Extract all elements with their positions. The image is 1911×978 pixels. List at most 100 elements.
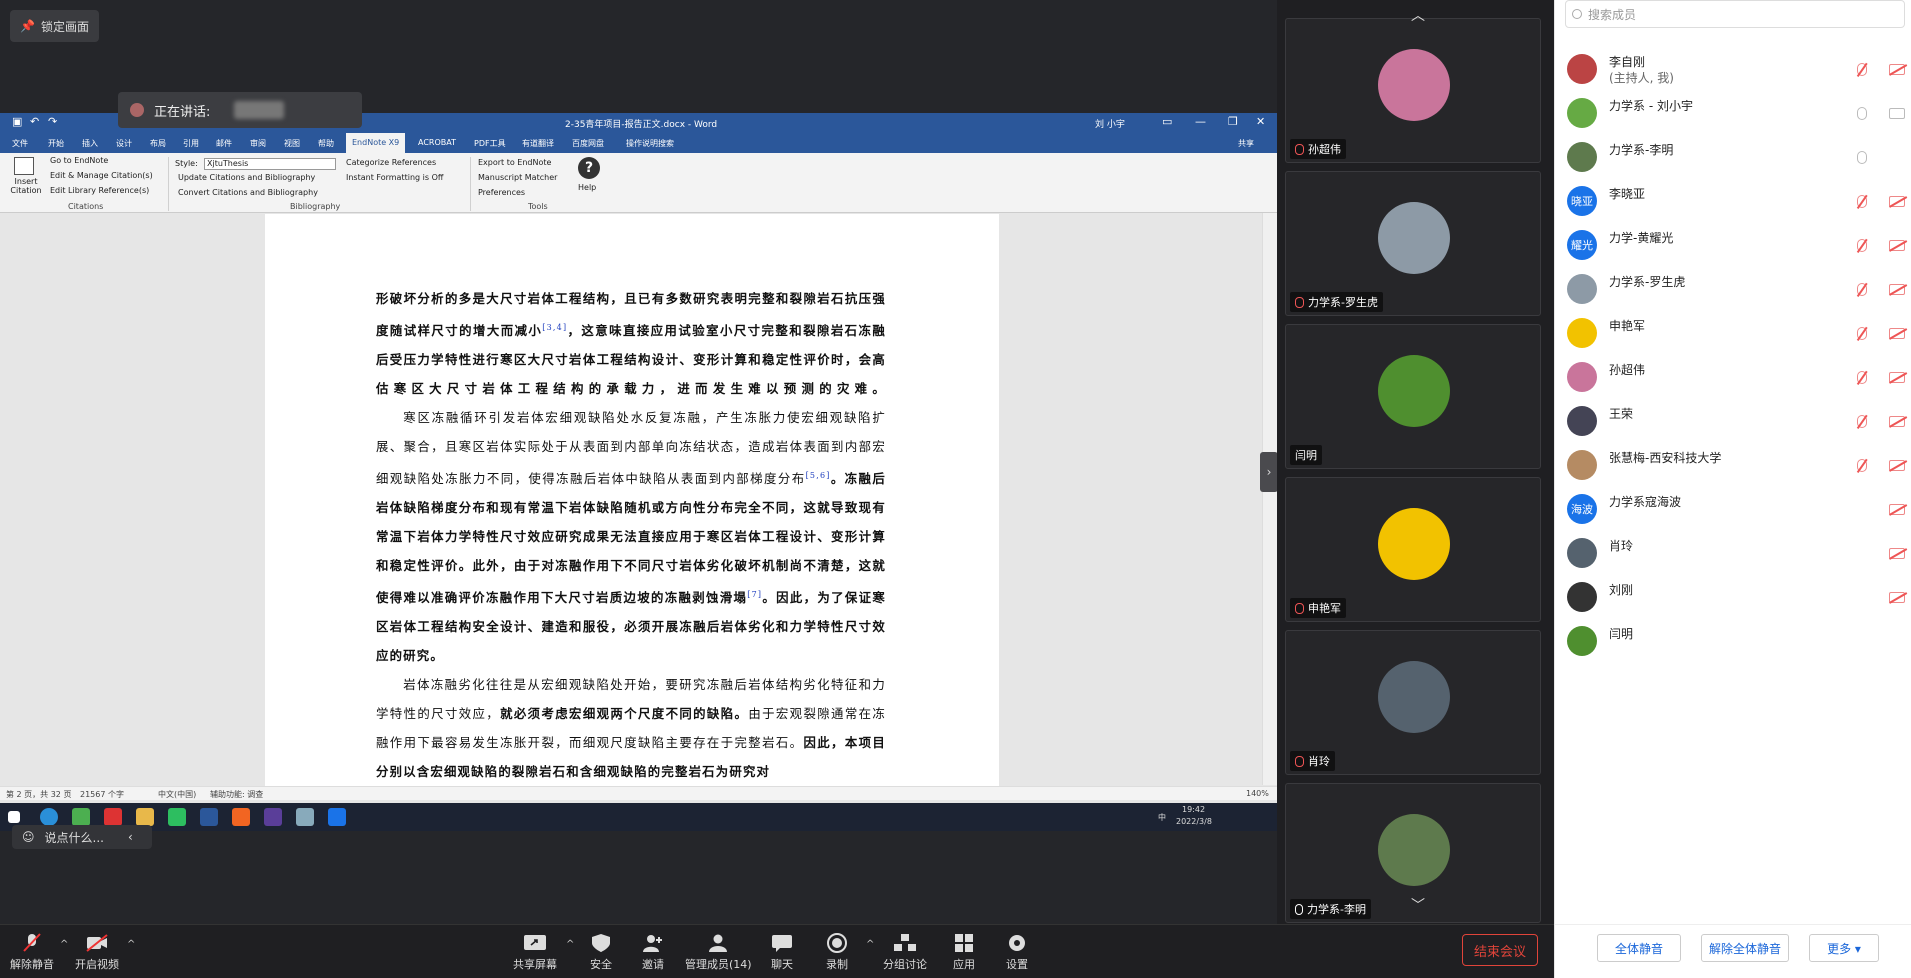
tab-design[interactable]: 设计 xyxy=(116,138,132,149)
mic-muted-icon[interactable] xyxy=(1857,63,1867,76)
member-row[interactable]: 肖玲 xyxy=(1567,532,1907,576)
mute-all-button[interactable]: 全体静音 xyxy=(1597,934,1681,962)
invite-button[interactable]: 邀请 xyxy=(641,933,665,972)
chevron-up-icon[interactable]: ^ xyxy=(60,939,68,950)
chevron-up-icon[interactable]: ^ xyxy=(566,939,574,950)
settings-button[interactable]: 设置 xyxy=(1005,933,1029,972)
camera-off-icon[interactable] xyxy=(1889,548,1905,559)
mic-icon[interactable] xyxy=(1857,151,1867,164)
manuscript-matcher-button[interactable]: Manuscript Matcher xyxy=(478,173,557,182)
video-tile[interactable]: 肖玲 xyxy=(1285,630,1541,775)
share-label[interactable]: 共享 xyxy=(1238,138,1254,149)
search-input[interactable]: 搜索成员 xyxy=(1565,0,1905,28)
tab-insert[interactable]: 插入 xyxy=(82,138,98,149)
tab-review[interactable]: 审阅 xyxy=(250,138,266,149)
tab-layout[interactable]: 布局 xyxy=(150,138,166,149)
mic-muted-icon[interactable] xyxy=(1857,283,1867,296)
close-icon[interactable]: ✕ xyxy=(1256,115,1265,128)
record-button[interactable]: 录制 xyxy=(825,933,849,972)
camera-off-icon[interactable] xyxy=(1889,328,1905,339)
app-icon[interactable] xyxy=(72,808,90,826)
apps-button[interactable]: 应用 xyxy=(952,933,976,972)
start-video-button[interactable]: 开启视频 xyxy=(75,933,119,972)
citation[interactable]: [3,4] xyxy=(542,323,567,332)
help-icon[interactable]: ? xyxy=(578,157,600,179)
document-page[interactable]: 形破坏分析的多是大尺寸岩体工程结构，且已有多数研究表明完整和裂隙岩石抗压强度随试… xyxy=(265,214,999,786)
mic-icon[interactable] xyxy=(1857,107,1867,120)
edit-manage-citations-button[interactable]: Edit & Manage Citation(s) xyxy=(50,171,153,180)
video-tile[interactable]: 孙超伟 xyxy=(1285,18,1541,163)
mic-muted-icon[interactable] xyxy=(1857,195,1867,208)
chevron-up-icon[interactable]: ︿ xyxy=(1411,5,1425,25)
wechat-icon[interactable] xyxy=(168,808,186,826)
mic-muted-icon[interactable] xyxy=(1857,415,1867,428)
tab-acrobat[interactable]: ACROBAT xyxy=(418,138,456,147)
member-row[interactable]: 张慧梅-西安科技大学 xyxy=(1567,444,1907,488)
undo-icon[interactable]: ↶ xyxy=(30,115,39,128)
vertical-scrollbar[interactable] xyxy=(1262,213,1277,785)
say-something-input[interactable]: ☺ 说点什么... ‹ xyxy=(12,825,152,849)
member-row[interactable]: 晓亚 李晓亚 xyxy=(1567,180,1907,224)
mic-muted-icon[interactable] xyxy=(1857,239,1867,252)
camera-off-icon[interactable] xyxy=(1889,64,1905,75)
convert-citations-button[interactable]: Convert Citations and Bibliography xyxy=(178,188,318,197)
app-icon[interactable] xyxy=(104,808,122,826)
camera-off-icon[interactable] xyxy=(1889,592,1905,603)
tab-view[interactable]: 视图 xyxy=(284,138,300,149)
tab-youdao[interactable]: 有道翻译 xyxy=(522,138,554,149)
edit-library-references-button[interactable]: Edit Library Reference(s) xyxy=(50,186,149,195)
member-row[interactable]: 海波 力学系寇海波 xyxy=(1567,488,1907,532)
camera-off-icon[interactable] xyxy=(1889,196,1905,207)
member-row[interactable]: 李自刚 (主持人, 我) xyxy=(1567,48,1907,92)
camera-icon[interactable] xyxy=(1889,108,1905,119)
app-icon[interactable] xyxy=(328,808,346,826)
citation[interactable]: [5,6] xyxy=(806,471,831,480)
share-screen-button[interactable]: 共享屏幕 xyxy=(513,933,557,972)
go-to-endnote-button[interactable]: Go to EndNote xyxy=(50,156,108,165)
mic-muted-icon[interactable] xyxy=(1857,459,1867,472)
chevron-up-icon[interactable]: ^ xyxy=(866,939,874,950)
member-row[interactable]: 闫明 xyxy=(1567,620,1907,664)
more-button[interactable]: 更多 ▾ xyxy=(1809,934,1879,962)
tell-me-search[interactable]: 操作说明搜索 xyxy=(626,138,674,149)
security-button[interactable]: 安全 xyxy=(589,933,613,972)
video-tile[interactable]: 力学系-罗生虎 xyxy=(1285,171,1541,316)
help-button[interactable]: Help xyxy=(578,183,596,192)
insert-citation-icon[interactable] xyxy=(14,157,34,175)
tab-references[interactable]: 引用 xyxy=(183,138,199,149)
save-icon[interactable]: ▣ xyxy=(12,115,22,128)
chevron-up-icon[interactable]: ^ xyxy=(127,939,135,950)
word-icon[interactable] xyxy=(200,808,218,826)
preferences-button[interactable]: Preferences xyxy=(478,188,525,197)
manage-members-button[interactable]: 管理成员(14) xyxy=(685,933,752,972)
mic-muted-icon[interactable] xyxy=(1857,327,1867,340)
tab-baidu[interactable]: 百度网盘 xyxy=(572,138,604,149)
camera-off-icon[interactable] xyxy=(1889,372,1905,383)
folder-icon[interactable] xyxy=(136,808,154,826)
insert-citation-button[interactable]: Insert Citation xyxy=(8,177,44,195)
windows-start-icon[interactable] xyxy=(8,811,20,823)
camera-off-icon[interactable] xyxy=(1889,460,1905,471)
tab-file[interactable]: 文件 xyxy=(12,138,28,149)
chat-button[interactable]: 聊天 xyxy=(770,933,794,972)
lock-screen-button[interactable]: 📌 锁定画面 xyxy=(10,10,99,42)
collapse-panel-button[interactable]: › xyxy=(1260,452,1278,492)
zoom-level[interactable]: 140% xyxy=(1246,789,1269,798)
breakout-rooms-button[interactable]: 分组讨论 xyxy=(883,933,927,972)
tab-mailings[interactable]: 邮件 xyxy=(216,138,232,149)
categorize-references-button[interactable]: Categorize References xyxy=(346,158,436,167)
endnote-icon[interactable] xyxy=(264,808,282,826)
end-meeting-button[interactable]: 结束会议 xyxy=(1462,934,1538,966)
app-icon[interactable] xyxy=(232,808,250,826)
tab-help[interactable]: 帮助 xyxy=(318,138,334,149)
restore-icon[interactable]: ❐ xyxy=(1228,115,1238,128)
chevron-left-icon[interactable]: ‹ xyxy=(128,830,133,844)
member-row[interactable]: 孙超伟 xyxy=(1567,356,1907,400)
tab-home[interactable]: 开始 xyxy=(48,138,64,149)
ribbon-display-icon[interactable]: ▭ xyxy=(1162,115,1172,128)
emoji-icon[interactable]: ☺ xyxy=(22,830,35,844)
member-row[interactable]: 力学系 - 刘小宇 xyxy=(1567,92,1907,136)
unmute-button[interactable]: 解除静音 xyxy=(10,933,54,972)
citation[interactable]: [7] xyxy=(747,590,762,599)
edge-icon[interactable] xyxy=(40,808,58,826)
